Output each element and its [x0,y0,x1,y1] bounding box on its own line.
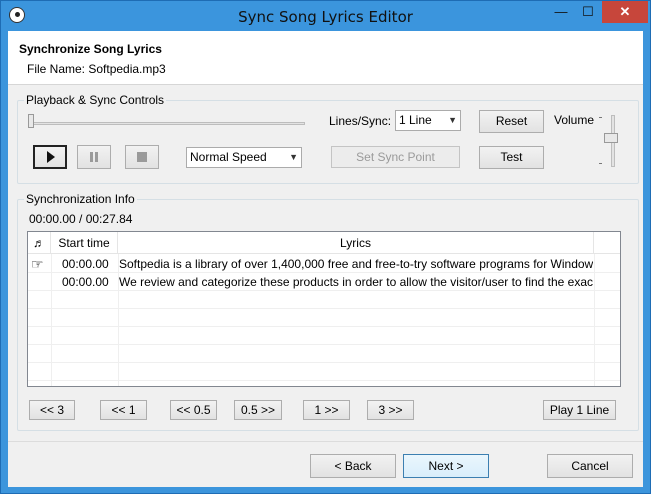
position-slider-track[interactable] [30,122,305,125]
play-one-line-button[interactable]: Play 1 Line [543,400,616,420]
stop-icon [137,152,147,162]
lyrics-cell: Softpedia is a library of over 1,400,000… [119,257,593,271]
cancel-button[interactable]: Cancel [547,454,633,478]
lyrics-cell: We review and categorize these products … [119,275,593,289]
forward-half-button[interactable]: 0.5 >> [234,400,282,420]
lines-per-sync-label: Lines/Sync: [329,114,392,128]
wizard-header: Synchronize Song Lyrics File Name: Softp… [8,31,643,85]
play-button[interactable] [33,145,67,169]
minimize-button[interactable]: — [547,1,575,23]
maximize-button[interactable]: ☐ [575,1,601,23]
grid-line [28,344,620,345]
playback-controls-legend: Playback & Sync Controls [24,93,167,107]
close-button[interactable]: ✕ [602,1,648,23]
sync-info-legend: Synchronization Info [24,192,137,206]
speed-select-value: Normal Speed [190,150,267,164]
speed-select[interactable]: Normal Speed ▼ [186,147,302,168]
back-button[interactable]: < Back [310,454,396,478]
wizard-footer: < Back Next > Cancel [8,441,643,487]
table-row[interactable]: ☞ 00:00.00 Softpedia is a library of ove… [28,255,620,273]
volume-tick [599,163,602,164]
chevron-down-icon: ▼ [289,152,298,162]
table-row[interactable]: 00:00.00 We review and categorize these … [28,273,620,291]
grid-line [28,380,620,381]
lyrics-table[interactable]: ♬ Start time Lyrics ☞ 00:00.00 Softpedia… [27,231,621,387]
pause-icon [90,152,98,162]
back-3-button[interactable]: << 3 [29,400,75,420]
lyrics-column-header[interactable]: Lyrics [118,232,594,254]
app-window: Sync Song Lyrics Editor — ☐ ✕ Synchroniz… [0,0,651,494]
volume-tick [599,117,602,118]
page-title: Synchronize Song Lyrics [19,42,162,56]
forward-1-button[interactable]: 1 >> [303,400,350,420]
grid-line [28,308,620,309]
dialog-body: Synchronize Song Lyrics File Name: Softp… [8,31,643,487]
current-line-pointer-icon: ☞ [31,256,44,272]
lines-per-sync-value: 1 Line [399,113,432,127]
position-slider-thumb[interactable] [28,114,34,128]
pause-button[interactable] [77,145,111,169]
lines-per-sync-select[interactable]: 1 Line ▼ [395,110,461,131]
grid-line [28,326,620,327]
playback-controls-group: Playback & Sync Controls [17,93,639,184]
play-icon [47,151,55,163]
start-time-cell: 00:00.00 [62,257,109,271]
next-button[interactable]: Next > [403,454,489,478]
title-bar: Sync Song Lyrics Editor — ☐ ✕ [1,1,650,31]
start-time-cell: 00:00.00 [62,275,109,289]
stop-button[interactable] [125,145,159,169]
marker-column-header[interactable]: ♬ [28,232,51,254]
file-name-label: File Name: Softpedia.mp3 [27,62,166,76]
grid-line [28,362,620,363]
extra-column-header [594,232,620,254]
back-1-button[interactable]: << 1 [100,400,147,420]
start-time-column-header[interactable]: Start time [51,232,118,254]
volume-slider-thumb[interactable] [604,133,618,143]
volume-label: Volume [554,113,595,127]
forward-3-button[interactable]: 3 >> [367,400,414,420]
chevron-down-icon: ▼ [448,115,457,125]
back-half-button[interactable]: << 0.5 [170,400,217,420]
test-button[interactable]: Test [479,146,544,169]
set-sync-point-button[interactable]: Set Sync Point [331,146,460,168]
reset-button[interactable]: Reset [479,110,544,133]
time-readout: 00:00.00 / 00:27.84 [29,212,133,226]
marker-cell [31,273,51,291]
